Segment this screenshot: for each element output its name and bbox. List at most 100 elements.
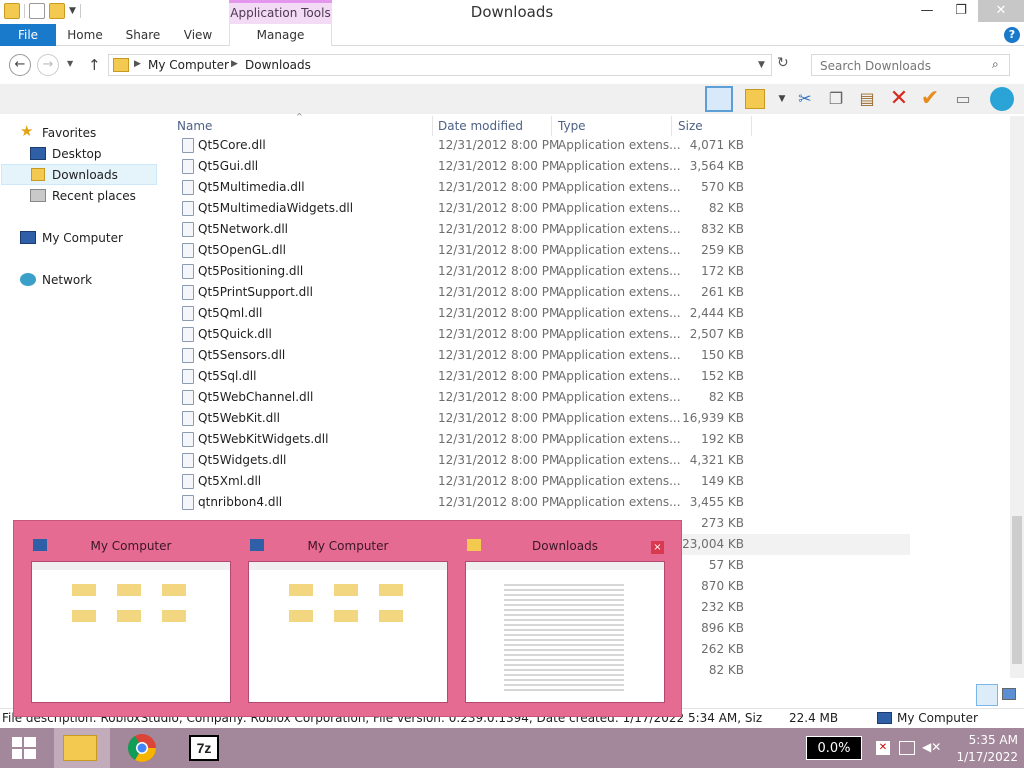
table-row[interactable]: Qt5Qml.dll 12/31/2012 8:00 PM Application …	[180, 303, 910, 324]
file-date: 12/31/2012 8:00 PM	[438, 327, 560, 341]
recent-locations-icon[interactable]: ▼	[67, 59, 73, 68]
new-folder-icon[interactable]	[49, 3, 65, 19]
search-icon[interactable]: ⌕	[992, 57, 999, 72]
breadcrumb-my-computer[interactable]: My Computer	[148, 58, 229, 72]
table-row[interactable]: Qt5Xml.dll 12/31/2012 8:00 PM Application …	[180, 471, 910, 492]
table-row[interactable]: Qt5MultimediaWidgets.dll 12/31/2012 8:00 …	[180, 198, 910, 219]
preview-pane-icon[interactable]	[705, 86, 733, 112]
file-type: Application extens...	[558, 327, 681, 341]
file-date: 12/31/2012 8:00 PM	[438, 453, 560, 467]
vertical-scrollbar[interactable]	[1010, 116, 1024, 678]
back-button[interactable]: ←	[9, 54, 31, 76]
start-button[interactable]	[0, 728, 48, 768]
table-row[interactable]: Qt5WebChannel.dll 12/31/2012 8:00 PM Appli…	[180, 387, 910, 408]
minimize-button[interactable]: —	[910, 0, 944, 22]
file-type: Application extens...	[558, 138, 681, 152]
table-row[interactable]: Qt5Core.dll 12/31/2012 8:00 PM Application…	[180, 135, 910, 156]
qat-dropdown-icon[interactable]: ▼	[69, 6, 76, 16]
rename-icon[interactable]: ▭	[951, 87, 975, 111]
tab-view[interactable]: View	[178, 24, 218, 46]
maximize-button[interactable]: ❐	[944, 0, 978, 22]
column-header-type[interactable]: Type	[558, 119, 586, 133]
cpu-meter[interactable]: 0.0%	[806, 736, 862, 760]
table-row[interactable]: Qt5Widgets.dll 12/31/2012 8:00 PM Applicat…	[180, 450, 910, 471]
thumbnail-close-button[interactable]: ×	[651, 541, 664, 554]
table-row[interactable]: Qt5WebKitWidgets.dll 12/31/2012 8:00 PM Ap…	[180, 429, 910, 450]
clock-date[interactable]: 1/17/2022	[940, 750, 1018, 764]
tab-share[interactable]: Share	[120, 24, 166, 46]
check-icon[interactable]: ✔	[918, 87, 942, 111]
view-buttons	[976, 684, 1024, 706]
copy-icon[interactable]: ❐	[824, 87, 848, 111]
dll-file-icon	[182, 306, 194, 321]
downloads-folder-icon	[113, 58, 129, 72]
clock-time[interactable]: 5:35 AM	[940, 733, 1018, 747]
folder-dropdown-icon[interactable]: ▼	[770, 87, 794, 111]
forward-button[interactable]: →	[37, 54, 59, 76]
up-button[interactable]: ↑	[88, 56, 101, 74]
thumbnail-preview	[31, 561, 231, 703]
star-icon: ★	[20, 122, 34, 140]
7zip-icon: 7z	[189, 735, 219, 761]
table-row[interactable]: Qt5PrintSupport.dll 12/31/2012 8:00 PM App…	[180, 282, 910, 303]
globe-icon[interactable]	[990, 87, 1014, 111]
thumbnail-downloads[interactable]: Downloads ×	[461, 535, 669, 705]
preview-line	[504, 639, 624, 641]
flag-icon[interactable]: ✕	[876, 741, 890, 755]
table-row[interactable]: Qt5Network.dll 12/31/2012 8:00 PM Applicat…	[180, 219, 910, 240]
close-button[interactable]: ✕	[978, 0, 1024, 22]
table-row[interactable]: Qt5Quick.dll 12/31/2012 8:00 PM Applicatio…	[180, 324, 910, 345]
preview-line	[289, 610, 313, 622]
delete-icon[interactable]: ✕	[887, 87, 911, 111]
breadcrumb-downloads[interactable]: Downloads	[245, 58, 311, 72]
taskbar-chrome[interactable]	[114, 728, 170, 768]
breadcrumb-chevron-icon[interactable]: ▶	[231, 59, 238, 69]
column-header-date[interactable]: Date modified	[438, 119, 523, 133]
nav-favorites[interactable]: ★ Favorites	[20, 122, 150, 143]
tab-file[interactable]: File	[0, 24, 56, 46]
nav-desktop[interactable]: Desktop	[30, 144, 154, 164]
thumbnail-my-computer-2[interactable]: My Computer	[244, 535, 452, 705]
refresh-icon[interactable]: ↻	[777, 55, 789, 71]
file-date: 12/31/2012 8:00 PM	[438, 306, 560, 320]
taskbar-file-explorer[interactable]	[54, 728, 110, 768]
thumbnail-my-computer-1[interactable]: My Computer	[27, 535, 235, 705]
table-row[interactable]: Qt5Sensors.dll 12/31/2012 8:00 PM Applicat…	[180, 345, 910, 366]
tab-home[interactable]: Home	[62, 24, 108, 46]
table-row[interactable]: Qt5Gui.dll 12/31/2012 8:00 PM Application …	[180, 156, 910, 177]
folder-options-icon[interactable]	[745, 89, 765, 109]
file-name: Qt5WebChannel.dll	[198, 390, 314, 404]
nav-my-computer[interactable]: My Computer	[20, 228, 150, 248]
details-view-icon[interactable]	[976, 684, 998, 706]
computer-icon	[20, 231, 36, 244]
folder-properties-icon[interactable]	[4, 3, 20, 19]
paste-icon[interactable]: ▤	[855, 87, 879, 111]
column-header-size[interactable]: Size	[678, 119, 703, 133]
large-icons-view-icon[interactable]	[1002, 688, 1016, 700]
help-icon[interactable]: ?	[1004, 27, 1020, 43]
table-row[interactable]: qtnribbon4.dll 12/31/2012 8:00 PM Applicat…	[180, 492, 910, 513]
column-header-name[interactable]: Name	[177, 119, 212, 133]
table-row[interactable]: Qt5Sql.dll 12/31/2012 8:00 PM Application …	[180, 366, 910, 387]
cut-icon[interactable]: ✂	[793, 87, 817, 111]
nav-downloads[interactable]: Downloads	[1, 164, 157, 185]
address-dropdown-icon[interactable]: ▼	[758, 60, 765, 70]
nav-recent-places[interactable]: Recent places	[30, 186, 154, 206]
network-tray-icon[interactable]	[899, 741, 915, 755]
table-row[interactable]: Qt5Positioning.dll 12/31/2012 8:00 PM Appl…	[180, 261, 910, 282]
table-row[interactable]: Qt5OpenGL.dll 12/31/2012 8:00 PM Applicati…	[180, 240, 910, 261]
table-row[interactable]: Qt5Multimedia.dll 12/31/2012 8:00 PM Appli…	[180, 177, 910, 198]
breadcrumb-chevron-icon[interactable]: ▶	[134, 59, 141, 69]
taskbar-7zip[interactable]: 7z	[176, 728, 232, 768]
taskbar-thumbnail-preview: My Computer My Computer Downloads ×	[13, 520, 682, 717]
search-input[interactable]: Search Downloads ⌕	[811, 54, 1010, 76]
preview-titlebar	[466, 562, 664, 570]
scrollbar-thumb[interactable]	[1012, 516, 1022, 664]
nav-network[interactable]: Network	[20, 270, 150, 290]
properties-icon[interactable]	[29, 3, 45, 19]
address-bar[interactable]: ▶ My Computer ▶ Downloads ▼	[108, 54, 772, 76]
volume-muted-icon[interactable]: ◀✕	[922, 740, 941, 754]
file-name: Qt5Core.dll	[198, 138, 266, 152]
tab-manage[interactable]: Manage	[229, 24, 332, 46]
table-row[interactable]: Qt5WebKit.dll 12/31/2012 8:00 PM Applicati…	[180, 408, 910, 429]
